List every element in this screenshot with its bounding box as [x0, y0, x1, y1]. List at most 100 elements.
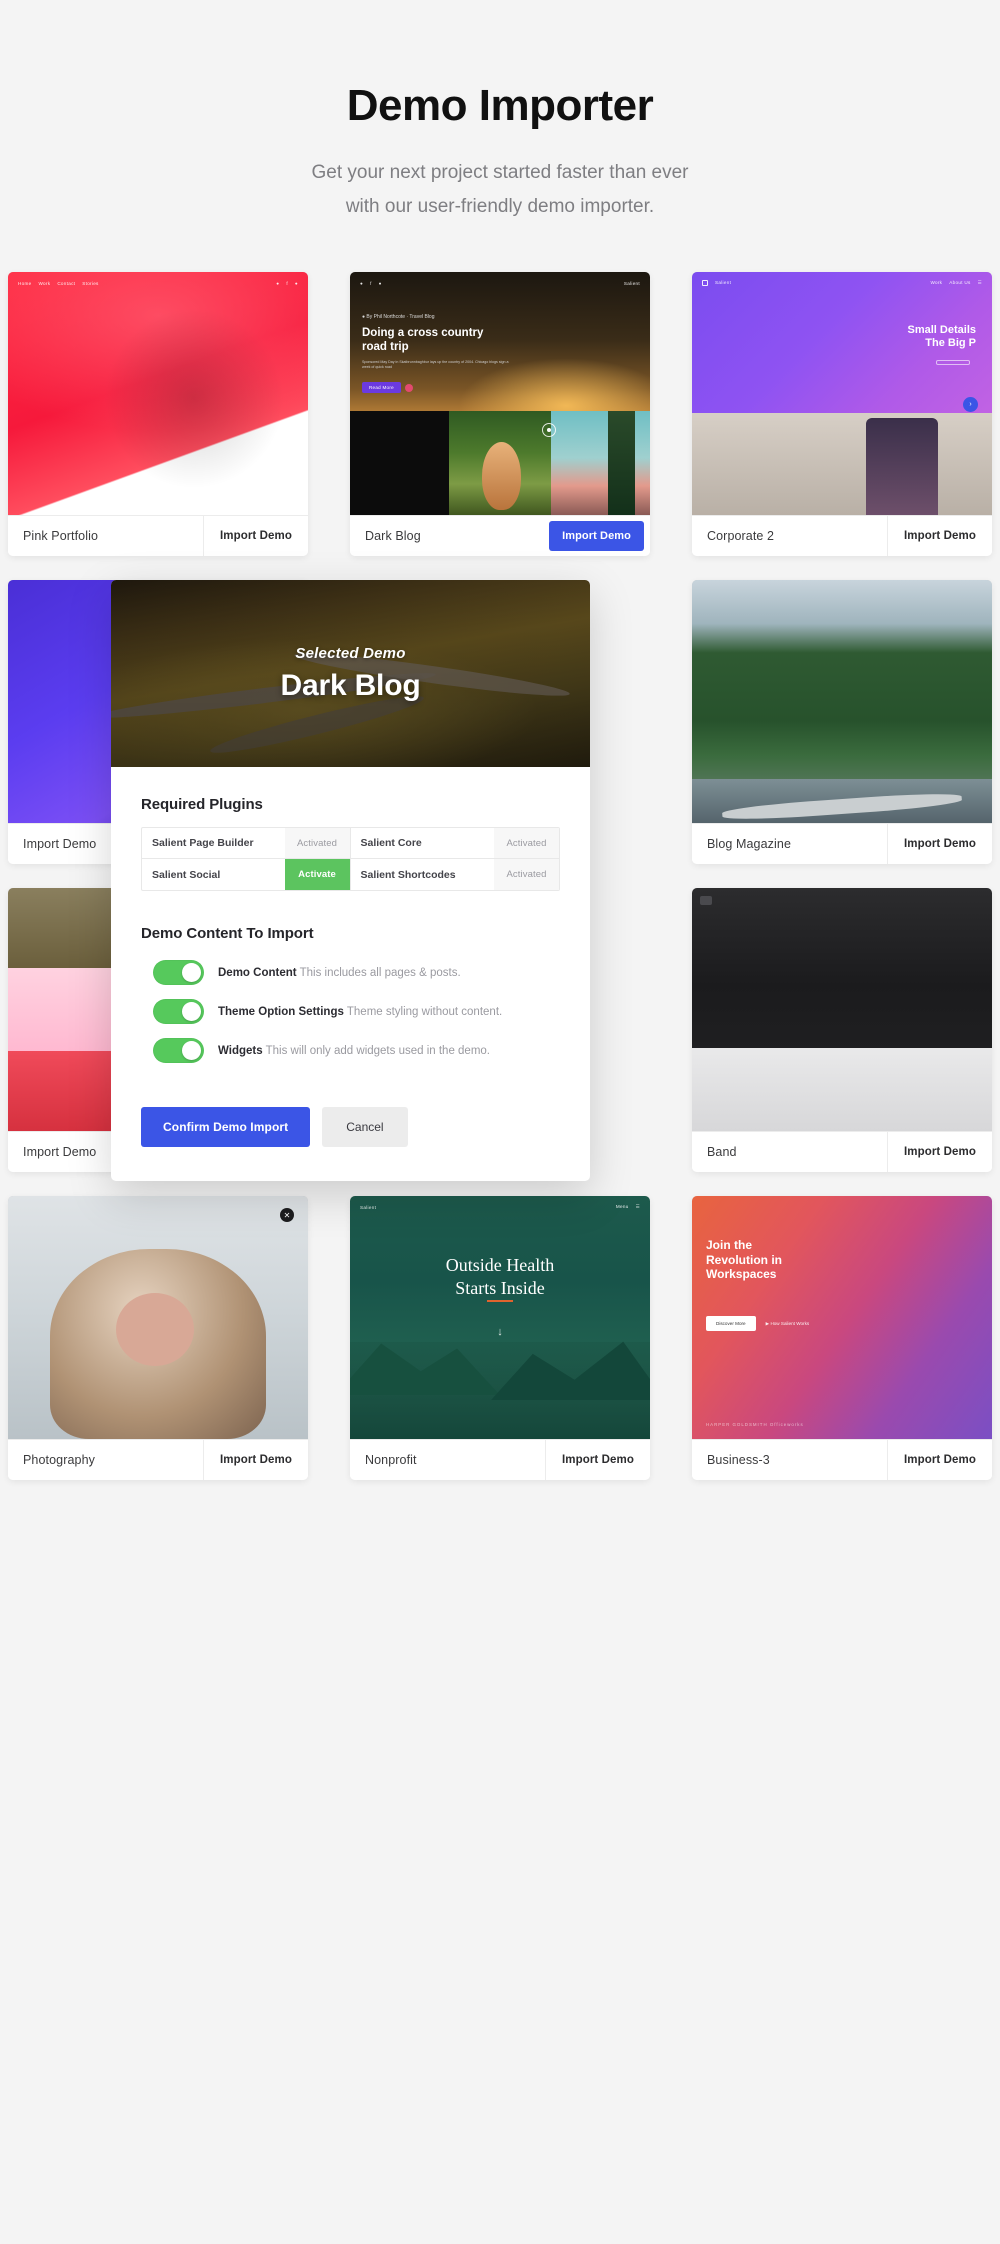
toggle-knob — [182, 963, 201, 982]
demo-card-band[interactable]: Band Import Demo — [692, 888, 992, 1172]
thumb-hero-button[interactable]: Read More — [362, 382, 401, 393]
toggle-row-theme-options: Theme Option Settings Theme styling with… — [141, 999, 560, 1024]
demo-content-description: This includes all pages & posts. — [299, 966, 461, 979]
page-subtitle-line-2: with our user-friendly demo importer. — [345, 195, 655, 217]
thumb-hero-button[interactable] — [936, 360, 970, 365]
demo-card-row-1: HomeWorkContactStories ●f● Pink Portfoli… — [0, 272, 1000, 556]
import-demo-button[interactable]: Import Demo — [886, 824, 992, 864]
demo-content-label: Demo Content — [218, 966, 297, 979]
thumb-hero-title: Doing a cross country road trip — [362, 327, 484, 353]
thumb-discover-button[interactable]: Discover More — [706, 1316, 756, 1331]
toggle-knob — [182, 1041, 201, 1060]
toggle-knob — [182, 1002, 201, 1021]
thumb-nav-brand: Salient — [360, 1204, 377, 1210]
close-icon[interactable]: ✕ — [280, 1208, 294, 1222]
modal-hero-title: Dark Blog — [280, 668, 421, 702]
demo-card-pink-portfolio[interactable]: HomeWorkContactStories ●f● Pink Portfoli… — [8, 272, 308, 556]
plugin-name: Salient Core — [360, 837, 422, 849]
theme-options-toggle[interactable] — [153, 999, 204, 1024]
demo-thumbnail — [692, 888, 992, 1131]
thumb-how-it-works-link[interactable]: ▶ How Salient Works — [766, 1321, 810, 1327]
widgets-toggle[interactable] — [153, 1038, 204, 1063]
demo-content-toggle[interactable] — [153, 960, 204, 985]
demo-thumbnail — [692, 580, 992, 823]
thumb-hero-sub: Sponsored May Day in Skatbrunnbaghbur la… — [362, 360, 509, 370]
required-plugins-title: Required Plugins — [141, 796, 263, 813]
thumb-nav-brand: Salient — [623, 280, 640, 286]
thumb-mini-nav: Salient Work About Us ☰ — [692, 272, 992, 294]
demo-thumbnail: ● f ● Salient ● By Phil Northcote · Travel… — [350, 272, 650, 515]
thumb-mini-nav: ● f ● Salient — [350, 272, 650, 294]
theme-options-text: Theme Option Settings Theme styling with… — [218, 1006, 502, 1018]
thumb-nav-menu[interactable]: Menu ☰ — [616, 1204, 640, 1210]
demo-card-name: Pink Portfolio — [23, 529, 99, 543]
demo-card-dark-blog[interactable]: ● f ● Salient ● By Phil Northcote · Travel… — [350, 272, 650, 556]
import-demo-button[interactable]: Import Demo — [886, 1132, 992, 1172]
import-demo-button[interactable]: Import Demo — [549, 521, 644, 551]
plugin-activate-button[interactable]: Activate — [284, 859, 350, 890]
demo-card-blog-magazine[interactable]: Blog Magazine Import Demo — [692, 580, 992, 864]
demo-card-nonprofit[interactable]: Salient Menu ☰ Outside Health Starts Ins… — [350, 1196, 650, 1480]
thumb-hero-title-2: The Big P — [925, 336, 976, 349]
thumb-nav-menu-label: Menu — [615, 1204, 629, 1209]
toggle-row-demo-content: Demo Content This includes all pages & p… — [141, 960, 560, 985]
demo-thumbnail: Salient Work About Us ☰ Small Details The … — [692, 272, 992, 515]
cancel-button[interactable]: Cancel — [322, 1107, 408, 1147]
scroll-down-icon: ↓ — [497, 1326, 503, 1338]
modal-hero: Selected Demo Dark Blog — [111, 580, 590, 767]
thumb-byline: ● By Phil Northcote · Travel Blog — [362, 314, 435, 320]
plugin-row: Salient Page Builder Activated — [142, 828, 351, 859]
demo-card-business-3[interactable]: Join the Revolution in Workspaces Discov… — [692, 1196, 992, 1480]
thumb-logo-strip: HARPER GOLDSMITH Officeworks — [706, 1422, 804, 1427]
confirm-demo-import-button[interactable]: Confirm Demo Import — [141, 1107, 311, 1147]
thumb-hero-title: Small Details The Big P — [908, 324, 976, 350]
plugin-state-button[interactable]: Activated — [284, 828, 350, 858]
demo-card-corporate-2[interactable]: Salient Work About Us ☰ Small Details The … — [692, 272, 992, 556]
import-demo-button[interactable]: Import Demo — [886, 516, 992, 556]
plugin-state-button[interactable]: Activated — [494, 859, 559, 890]
thumb-hero-title-3: Workspaces — [706, 1267, 777, 1282]
demo-thumbnail: Salient Menu ☰ Outside Health Starts Ins… — [350, 1196, 650, 1439]
modal-actions: Confirm Demo Import Cancel — [111, 1077, 590, 1181]
plugin-state-button[interactable]: Activated — [494, 828, 559, 858]
thumb-nav-brand-wrap: Salient — [702, 280, 731, 286]
thumb-nav-brand: Salient — [715, 280, 732, 285]
page-header: Demo Importer Get your next project star… — [0, 0, 1000, 223]
thumb-accent-dot — [404, 383, 413, 392]
demo-card-name: Import Demo — [23, 837, 97, 851]
plugin-row: Salient Shortcodes Activated — [351, 859, 559, 890]
demo-thumbnail: HomeWorkContactStories ●f● — [8, 272, 308, 515]
plugin-name: Salient Shortcodes — [360, 868, 456, 881]
import-demo-button[interactable]: Import Demo — [544, 1440, 650, 1480]
demo-card-name: Import Demo — [23, 1145, 97, 1159]
demo-card-footer: Dark Blog Import Demo — [350, 515, 650, 556]
modal-body: Required Plugins Salient Page Builder Ac… — [111, 767, 590, 1063]
demo-card-footer: Nonprofit Import Demo — [350, 1439, 650, 1480]
widgets-description: This will only add widgets used in the d… — [265, 1044, 490, 1057]
demo-card-footer: Blog Magazine Import Demo — [692, 823, 992, 864]
demo-content-title: Demo Content To Import — [141, 925, 314, 942]
demo-card-footer: Corporate 2 Import Demo — [692, 515, 992, 556]
demo-card-name: Blog Magazine — [707, 837, 791, 851]
thumb-hero-title-1: Join the — [706, 1238, 753, 1252]
logo-icon — [702, 280, 708, 286]
page-subtitle: Get your next project started faster tha… — [0, 156, 1000, 223]
import-demo-button[interactable]: Import Demo — [886, 1440, 992, 1480]
theme-options-label: Theme Option Settings — [218, 1005, 344, 1018]
widgets-text: Widgets This will only add widgets used … — [218, 1045, 490, 1057]
demo-card-photography[interactable]: ✕ Photography Import Demo — [8, 1196, 308, 1480]
play-icon[interactable] — [542, 422, 556, 437]
plugin-name: Salient Page Builder — [152, 837, 254, 849]
thumb-nav-links: Work About Us ☰ — [930, 280, 982, 285]
demo-card-footer: Pink Portfolio Import Demo — [8, 515, 308, 556]
thumb-hero-title-1: Small Details — [907, 324, 976, 336]
toggle-row-widgets: Widgets This will only add widgets used … — [141, 1038, 560, 1063]
page-subtitle-line-1: Get your next project started faster tha… — [311, 162, 689, 184]
thumb-nav-links: ● f ● — [360, 280, 382, 286]
demo-card-footer: Band Import Demo — [692, 1131, 992, 1172]
import-demo-button[interactable]: Import Demo — [202, 516, 308, 556]
modal-hero-subtitle: Selected Demo — [295, 644, 406, 662]
import-demo-button[interactable]: Import Demo — [202, 1440, 308, 1480]
next-arrow-icon[interactable]: › — [963, 397, 978, 412]
plugin-row: Salient Social Activate — [142, 859, 351, 890]
